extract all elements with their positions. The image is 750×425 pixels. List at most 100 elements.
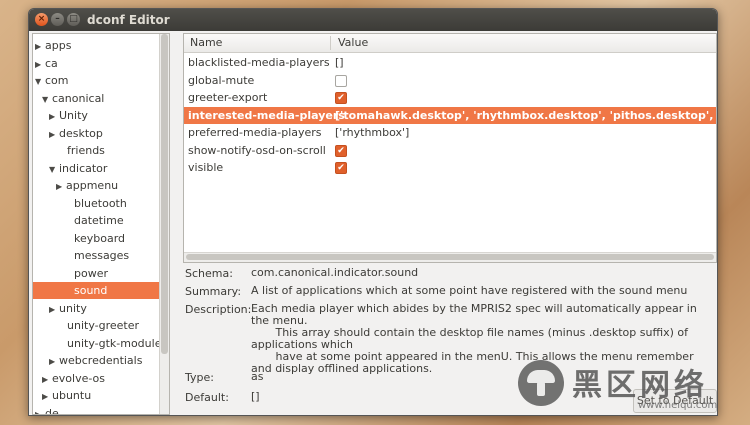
name-column-header[interactable]: Name xyxy=(190,34,222,52)
tree-node-apps[interactable]: ▶ apps xyxy=(33,37,159,54)
watermark-url: www.heiqu.com xyxy=(638,400,718,411)
tree-scrollbar[interactable] xyxy=(159,34,169,414)
collapsed-arrow-icon[interactable]: ▶ xyxy=(56,178,64,195)
key-row-visible[interactable]: visible ✔ xyxy=(184,159,716,176)
tree-node-label: sound xyxy=(74,284,108,297)
description-label: Description: xyxy=(185,303,252,316)
summary-label: Summary: xyxy=(185,285,242,298)
tree-node-label: bluetooth xyxy=(74,196,127,210)
tree-node-label: de xyxy=(45,406,59,415)
key-name: greeter-export xyxy=(188,91,268,104)
tree-node-label: messages xyxy=(74,249,130,262)
checkbox-checked-icon[interactable]: ✔ xyxy=(335,144,347,157)
tree-node-label: apps xyxy=(45,39,72,52)
key-name: interested-media-players xyxy=(188,108,345,122)
schema-label: Schema: xyxy=(185,267,233,280)
tree-node-label: indicator xyxy=(59,161,108,175)
checkbox-unchecked-icon[interactable] xyxy=(335,74,347,87)
tree-node-label: keyboard xyxy=(74,231,126,245)
key-row-global-mute[interactable]: global-mute xyxy=(184,72,716,89)
tree-node-ca[interactable]: ▶ ca xyxy=(33,55,159,72)
collapsed-arrow-icon[interactable]: ▶ xyxy=(35,38,43,55)
maximize-window-icon[interactable]: □ xyxy=(67,13,80,26)
tree-node-bluetooth[interactable]: bluetooth xyxy=(33,195,159,212)
default-label: Default: xyxy=(185,391,229,404)
tree-node-power[interactable]: power xyxy=(33,265,159,282)
key-value[interactable]: ['rhythmbox'] xyxy=(335,124,409,141)
tree-node-label: unity-gtk-module xyxy=(67,336,162,350)
expanded-arrow-icon[interactable]: ▼ xyxy=(42,91,50,108)
collapsed-arrow-icon[interactable]: ▶ xyxy=(49,353,57,370)
key-row-greeter-export[interactable]: greeter-export ✔ xyxy=(184,89,716,106)
collapsed-arrow-icon[interactable]: ▶ xyxy=(42,388,50,405)
tree-node-appmenu[interactable]: ▶ appmenu xyxy=(33,177,159,194)
collapsed-arrow-icon[interactable]: ▶ xyxy=(42,371,50,388)
tree-node-label: appmenu xyxy=(66,179,119,192)
checkbox-checked-icon[interactable]: ✔ xyxy=(335,162,347,174)
schema-value: com.canonical.indicator.sound xyxy=(251,266,419,279)
schema-tree[interactable]: ▶ apps ▶ ca ▼ com ▼ canonical ▶ Unity ▶ desktop frie… xyxy=(32,33,170,415)
key-value[interactable]: ['tomahawk.desktop', 'rhythmbox.desktop'… xyxy=(335,107,716,124)
close-window-icon[interactable]: × xyxy=(35,13,48,26)
collapsed-arrow-icon[interactable]: ▶ xyxy=(49,108,57,125)
tree-node-indicator[interactable]: ▼ indicator xyxy=(33,160,159,177)
keys-list[interactable]: Name Value blacklisted-media-players [] gl… xyxy=(183,33,717,263)
collapsed-arrow-icon[interactable]: ▶ xyxy=(49,301,57,318)
key-name: visible xyxy=(188,161,224,174)
collapsed-arrow-icon[interactable]: ▶ xyxy=(35,56,43,73)
tree-node-desktop[interactable]: ▶ desktop xyxy=(33,125,159,142)
watermark-logo: 黑区网络 www.heiqu.com xyxy=(518,360,750,420)
tree-node-label: webcredentials xyxy=(59,354,143,367)
key-value[interactable]: [] xyxy=(335,54,344,71)
key-row-show-notify-osd-on-scroll[interactable]: show-notify-osd-on-scroll ✔ xyxy=(184,142,716,159)
mushroom-logo-icon xyxy=(518,360,564,406)
value-column-header[interactable]: Value xyxy=(338,34,368,52)
tree-node-label: unity-greeter xyxy=(67,319,139,332)
keys-list-hscrollbar[interactable] xyxy=(184,252,716,262)
tree-node-label: datetime xyxy=(74,214,124,227)
key-row-preferred-media-players[interactable]: preferred-media-players ['rhythmbox'] xyxy=(184,124,716,141)
tree-node-unity-gtk-module[interactable]: unity-gtk-module xyxy=(33,335,162,352)
column-separator xyxy=(330,36,331,50)
key-row-interested-media-players[interactable]: interested-media-players ['tomahawk.deskt… xyxy=(184,106,716,124)
tree-node-de[interactable]: ▶ de xyxy=(33,405,159,415)
tree-node-label: canonical xyxy=(52,91,105,105)
type-label: Type: xyxy=(185,371,214,384)
collapsed-arrow-icon[interactable]: ▶ xyxy=(49,126,57,143)
tree-node-label: friends xyxy=(67,144,105,157)
tree-node-webcredentials[interactable]: ▶ webcredentials xyxy=(33,352,159,369)
tree-node-unity[interactable]: ▶ Unity xyxy=(33,107,159,124)
expanded-arrow-icon[interactable]: ▼ xyxy=(35,73,43,90)
key-row-blacklisted-media-players[interactable]: blacklisted-media-players [] xyxy=(184,54,716,71)
tree-node-unity[interactable]: ▶ unity xyxy=(33,300,159,317)
key-name: show-notify-osd-on-scroll xyxy=(188,143,326,157)
summary-value: A list of applications which at some poi… xyxy=(251,284,688,297)
minimize-window-icon[interactable]: – xyxy=(51,13,64,26)
key-name: preferred-media-players xyxy=(188,126,322,139)
tree-node-label: ca xyxy=(45,56,58,70)
tree-node-unity-greeter[interactable]: unity-greeter xyxy=(33,317,159,334)
checkbox-checked-icon[interactable]: ✔ xyxy=(335,92,347,104)
tree-node-label: com xyxy=(45,74,69,87)
tree-node-label: unity xyxy=(59,301,87,315)
tree-node-ubuntu[interactable]: ▶ ubuntu xyxy=(33,387,159,404)
hscrollbar-thumb[interactable] xyxy=(186,254,714,260)
title-bar[interactable]: × – □ dconf Editor xyxy=(29,9,717,31)
collapsed-arrow-icon[interactable]: ▶ xyxy=(35,406,43,415)
tree-node-friends[interactable]: friends xyxy=(33,142,159,159)
tree-node-sound[interactable]: sound xyxy=(33,282,159,299)
tree-node-label: desktop xyxy=(59,126,103,140)
tree-node-datetime[interactable]: datetime xyxy=(33,212,159,229)
tree-scrollbar-thumb[interactable] xyxy=(161,34,168,354)
tree-node-label: Unity xyxy=(59,109,88,122)
tree-node-keyboard[interactable]: keyboard xyxy=(33,230,159,247)
tree-node-label: evolve-os xyxy=(52,371,105,385)
key-name: global-mute xyxy=(188,73,255,87)
expanded-arrow-icon[interactable]: ▼ xyxy=(49,161,57,178)
tree-node-canonical[interactable]: ▼ canonical xyxy=(33,90,159,107)
watermark-text: 黑区网络 xyxy=(572,368,708,403)
tree-node-messages[interactable]: messages xyxy=(33,247,159,264)
tree-node-com[interactable]: ▼ com xyxy=(33,72,159,89)
tree-node-evolve-os[interactable]: ▶ evolve-os xyxy=(33,370,159,387)
keys-list-header: Name Value xyxy=(184,34,716,53)
